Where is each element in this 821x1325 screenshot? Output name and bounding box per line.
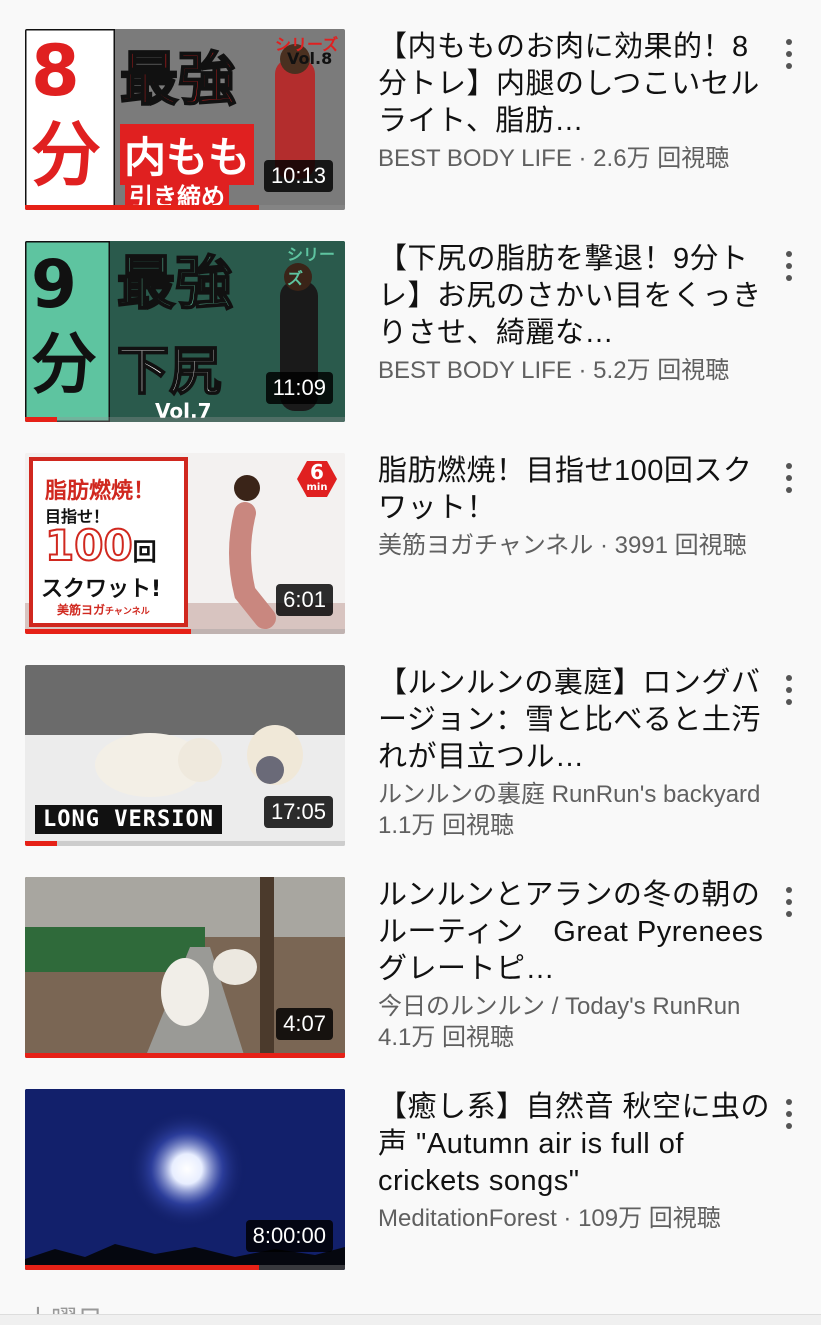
video-title[interactable]: 【下尻の脂肪を撃退！9分トレ】お尻のさかい目をくっきりさせ、綺麗な…	[378, 241, 778, 352]
watch-progress-track	[25, 417, 345, 422]
thumb-big-number: 9分	[31, 246, 97, 403]
watch-progress-track	[25, 1053, 345, 1058]
thumb-vol-text: Vol.8	[287, 49, 333, 68]
more-vert-icon[interactable]	[779, 673, 799, 707]
thumb-sub-text: 内もも	[120, 124, 255, 185]
thumb-main-text: 最強	[119, 45, 237, 113]
video-thumbnail[interactable]: 8分 最強 シリーズ Vol.8 内もも 引き締め 10:13	[25, 29, 345, 210]
watch-progress-track	[25, 841, 345, 846]
video-duration: 10:13	[263, 160, 333, 192]
watch-progress-fill	[25, 417, 57, 422]
thumb-text-line5: 美筋ヨガチャンネル	[57, 603, 150, 617]
video-item[interactable]: 脂肪燃焼！ 目指せ！ 100回 スクワット! 美筋ヨガチャンネル 6 min 6…	[0, 453, 821, 653]
video-thumbnail[interactable]: 脂肪燃焼！ 目指せ！ 100回 スクワット! 美筋ヨガチャンネル 6 min 6…	[25, 453, 345, 634]
video-duration: 11:09	[265, 372, 333, 404]
thumb-text-line1: 脂肪燃焼！	[45, 479, 156, 504]
video-info[interactable]: 【ルンルンの裏庭】ロングバージョン：雪と比べると土汚れが目立つル… ルンルンの裏…	[378, 665, 778, 841]
thumb-text-line3: 100回	[44, 520, 157, 571]
section-heading: 土曜日	[25, 1300, 103, 1314]
watch-progress-track	[25, 205, 345, 210]
thumb-tag: LONG VERSION	[35, 805, 222, 834]
video-meta: ルンルンの裏庭 RunRun's backyard 1.1万 回視聴	[378, 781, 761, 839]
thumb-sub-text: 下尻	[116, 341, 222, 403]
watch-progress-track	[25, 629, 345, 634]
watch-progress-fill	[25, 629, 192, 634]
more-vert-icon[interactable]	[779, 885, 799, 919]
video-info[interactable]: ルンルンとアランの冬の朝のルーティン Great Pyrenees グレートピ……	[378, 877, 792, 1053]
video-item[interactable]: 9分 最強 シリーズ 下尻 Vol.7 11:09 【下尻の脂肪を撃退！9分トレ…	[0, 241, 821, 441]
more-vert-icon[interactable]	[779, 37, 799, 71]
video-item[interactable]: 8:00:00 【癒し系】自然音 秋空に虫の声 "Autumn air is f…	[0, 1089, 821, 1289]
video-duration: 6:01	[276, 584, 333, 616]
video-title[interactable]: 【ルンルンの裏庭】ロングバージョン：雪と比べると土汚れが目立つル…	[378, 665, 778, 776]
video-item[interactable]: LONG VERSION 17:05 【ルンルンの裏庭】ロングバージョン：雪と比…	[0, 665, 821, 865]
thumb-text-line4: スクワット!	[41, 577, 162, 602]
video-title[interactable]: ルンルンとアランの冬の朝のルーティン Great Pyrenees グレートピ…	[378, 877, 792, 988]
video-info[interactable]: 【内もものお肉に効果的！8分トレ】内腿のしつこいセルライト、脂肪… BEST B…	[378, 29, 778, 174]
thumb-big-number: 8分	[31, 30, 101, 196]
video-duration: 8:00:00	[245, 1220, 333, 1252]
video-title[interactable]: 【癒し系】自然音 秋空に虫の声 "Autumn air is full of c…	[378, 1089, 778, 1200]
video-title[interactable]: 【内もものお肉に効果的！8分トレ】内腿のしつこいセルライト、脂肪…	[378, 29, 778, 140]
thumb-badge: 6 min	[306, 460, 328, 493]
video-item[interactable]: 4:07 ルンルンとアランの冬の朝のルーティン Great Pyrenees グ…	[0, 877, 821, 1077]
more-vert-icon[interactable]	[779, 461, 799, 495]
video-thumbnail[interactable]: LONG VERSION 17:05	[25, 665, 345, 846]
watch-progress-fill	[25, 205, 259, 210]
video-info[interactable]: 【下尻の脂肪を撃退！9分トレ】お尻のさかい目をくっきりさせ、綺麗な… BEST …	[378, 241, 778, 386]
thumb-series-text: シリーズ	[287, 245, 336, 288]
watch-progress-fill	[25, 1265, 259, 1270]
video-thumbnail[interactable]: 9分 最強 シリーズ 下尻 Vol.7 11:09	[25, 241, 345, 422]
video-meta: 今日のルンルン / Today's RunRun 4.1万 回視聴	[378, 993, 741, 1051]
watch-progress-fill	[25, 1053, 345, 1058]
video-meta: BEST BODY LIFE · 5.2万 回視聴	[378, 357, 730, 384]
video-duration: 4:07	[276, 1008, 333, 1040]
watch-progress-track	[25, 1265, 345, 1270]
bottom-bar	[0, 1314, 821, 1325]
video-meta: MeditationForest · 109万 回視聴	[378, 1205, 721, 1232]
video-thumbnail[interactable]: 4:07	[25, 877, 345, 1058]
video-title[interactable]: 脂肪燃焼！目指せ100回スクワット！	[378, 453, 778, 527]
video-duration: 17:05	[263, 796, 333, 828]
video-info[interactable]: 脂肪燃焼！目指せ100回スクワット！ 美筋ヨガチャンネル · 3991 回視聴	[378, 453, 778, 561]
video-info[interactable]: 【癒し系】自然音 秋空に虫の声 "Autumn air is full of c…	[378, 1089, 778, 1234]
watch-progress-fill	[25, 841, 57, 846]
more-vert-icon[interactable]	[779, 1097, 799, 1131]
video-meta: BEST BODY LIFE · 2.6万 回視聴	[378, 145, 730, 172]
video-thumbnail[interactable]: 8:00:00	[25, 1089, 345, 1270]
video-item[interactable]: 8分 最強 シリーズ Vol.8 内もも 引き締め 10:13 【内もものお肉に…	[0, 29, 821, 229]
video-meta: 美筋ヨガチャンネル · 3991 回視聴	[378, 532, 747, 559]
more-vert-icon[interactable]	[779, 249, 799, 283]
thumb-main-text: 最強	[116, 249, 234, 317]
